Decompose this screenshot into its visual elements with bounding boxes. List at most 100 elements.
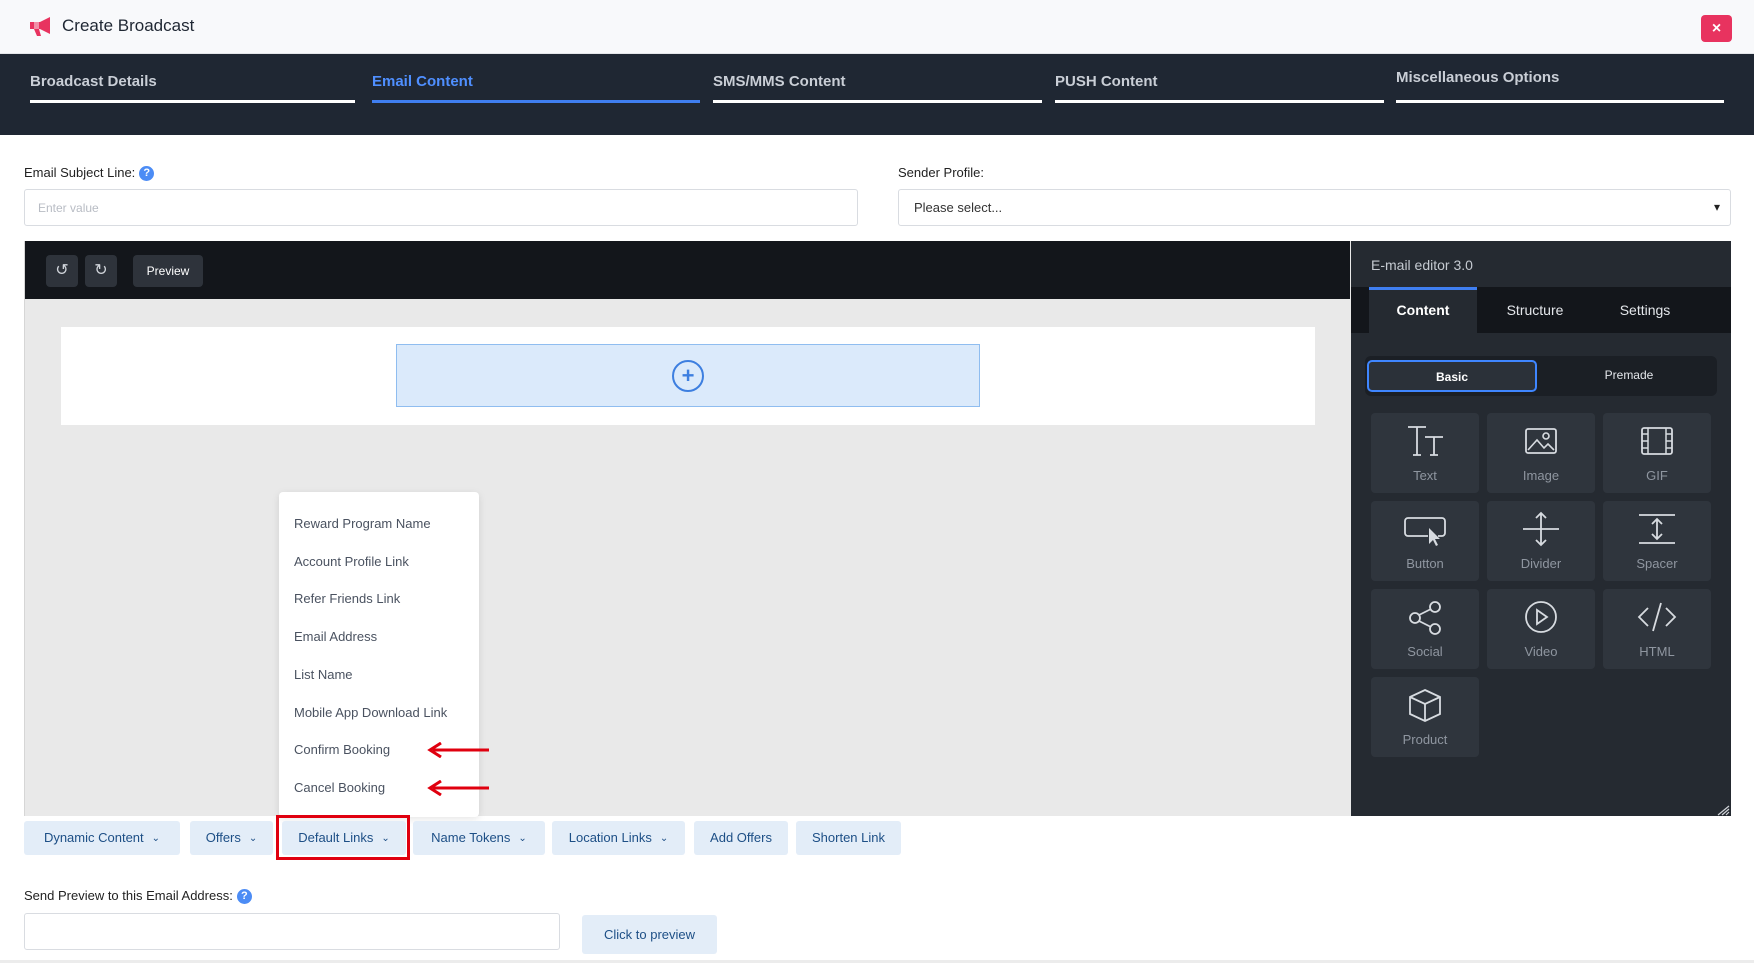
editor-side-panel: E-mail editor 3.0 Content Structure Sett… (1351, 241, 1731, 816)
offers-button[interactable]: Offers ⌄ (190, 821, 273, 855)
block-label: Spacer (1636, 556, 1678, 571)
undo-icon: ↺ (55, 262, 69, 279)
block-gif[interactable]: GIF (1603, 413, 1711, 493)
wizard-tabs: Broadcast Details Email Content SMS/MMS … (0, 54, 1754, 135)
dropdown-item-mobile-app-download-link[interactable]: Mobile App Download Link (294, 705, 447, 720)
shorten-link-button[interactable]: Shorten Link (796, 821, 901, 855)
chevron-down-icon: ⌄ (151, 833, 161, 844)
block-label: Social (1407, 644, 1443, 659)
tab-label: SMS/MMS Content (713, 73, 846, 90)
preview-email-label: Send Preview to this Email Address:? (24, 888, 252, 904)
block-text[interactable]: Text (1371, 413, 1479, 493)
help-icon[interactable]: ? (139, 166, 155, 181)
page-title: Create Broadcast (62, 16, 195, 35)
dropdown-item-reward-program-name[interactable]: Reward Program Name (294, 516, 431, 531)
block-product[interactable]: Product (1371, 677, 1479, 757)
annotation-highlight-box (276, 815, 410, 860)
plus-circle-icon[interactable]: + (672, 360, 704, 392)
title-bar: Create Broadcast × (0, 0, 1754, 54)
side-panel-tabs: Content Structure Settings (1351, 287, 1731, 333)
block-html[interactable]: HTML (1603, 589, 1711, 669)
block-label: GIF (1646, 468, 1668, 483)
block-label: Video (1524, 644, 1558, 659)
dropdown-item-cancel-booking[interactable]: Cancel Booking (294, 780, 385, 795)
dropdown-item-account-profile-link[interactable]: Account Profile Link (294, 554, 409, 569)
segment-premade[interactable]: Premade (1545, 360, 1713, 392)
undo-button[interactable]: ↺ (46, 255, 78, 287)
tab-label: PUSH Content (1055, 73, 1158, 90)
block-label: Text (1413, 468, 1437, 483)
button-cursor-icon (1404, 517, 1446, 546)
sender-label: Sender Profile: (898, 165, 984, 180)
block-spacer[interactable]: Spacer (1603, 501, 1711, 581)
tab-settings[interactable]: Settings (1591, 287, 1699, 333)
preview-email-label-text: Send Preview to this Email Address: (24, 888, 233, 903)
block-type-toggle: Basic Premade (1365, 356, 1717, 396)
tab-label: Miscellaneous Options (1396, 69, 1560, 86)
chevron-down-icon: ▾ (1713, 200, 1720, 214)
sender-profile-select[interactable]: Please select... ▾ (898, 189, 1731, 226)
name-tokens-button[interactable]: Name Tokens ⌄ (413, 821, 545, 855)
help-icon[interactable]: ? (236, 889, 252, 904)
tab-push-content[interactable]: PUSH Content (1055, 54, 1384, 135)
resize-handle-icon[interactable] (1716, 804, 1730, 816)
gif-film-icon (1641, 427, 1673, 455)
megaphone-icon (30, 17, 50, 36)
block-label: Product (1402, 732, 1448, 747)
click-to-preview-button[interactable]: Click to preview (582, 915, 717, 954)
block-image[interactable]: Image (1487, 413, 1595, 493)
dropdown-item-email-address[interactable]: Email Address (294, 629, 377, 644)
add-offers-button[interactable]: Add Offers (694, 821, 788, 855)
annotation-arrow-icon (427, 780, 489, 796)
box-icon (1409, 689, 1441, 722)
image-icon (1525, 428, 1557, 454)
editor-version-title: E-mail editor 3.0 (1371, 257, 1473, 273)
close-button[interactable]: × (1701, 15, 1732, 42)
chevron-down-icon: ⌄ (659, 833, 669, 844)
block-social[interactable]: Social (1371, 589, 1479, 669)
dropdown-item-confirm-booking[interactable]: Confirm Booking (294, 742, 390, 757)
tab-underline (372, 100, 700, 103)
block-divider[interactable]: Divider (1487, 501, 1595, 581)
tab-email-content[interactable]: Email Content (372, 54, 700, 135)
dropdown-item-refer-friends-link[interactable]: Refer Friends Link (294, 591, 400, 606)
block-video[interactable]: Video (1487, 589, 1595, 669)
annotation-arrow-icon (427, 742, 489, 758)
tab-miscellaneous-options[interactable]: Miscellaneous Options (1396, 54, 1724, 135)
dynamic-content-button[interactable]: Dynamic Content ⌄ (24, 821, 180, 855)
add-block-dropzone[interactable]: + (396, 344, 980, 407)
tab-underline (713, 100, 1042, 103)
divider-icon (1523, 511, 1559, 547)
chevron-down-icon: ⌄ (518, 833, 527, 844)
button-label: Offers (205, 830, 241, 845)
email-structure-row[interactable]: + (61, 327, 1315, 425)
tab-broadcast-details[interactable]: Broadcast Details (30, 54, 355, 135)
sender-selected-value: Please select... (914, 200, 1003, 215)
button-label: Name Tokens (431, 830, 511, 845)
preview-email-input[interactable] (24, 913, 560, 950)
close-icon: × (1711, 20, 1722, 37)
play-icon (1525, 601, 1557, 633)
tab-underline (1396, 100, 1724, 103)
chevron-down-icon: ⌄ (248, 833, 258, 844)
subject-input[interactable] (24, 189, 858, 226)
editor-toolbar: ↺ ↻ Preview (25, 241, 1350, 299)
tab-underline (1055, 100, 1384, 103)
preview-button[interactable]: Preview (133, 255, 203, 287)
block-button[interactable]: Button (1371, 501, 1479, 581)
create-broadcast-modal: Create Broadcast × Broadcast Details Ema… (0, 0, 1754, 963)
dropdown-item-list-name[interactable]: List Name (294, 667, 353, 682)
spacer-icon (1639, 514, 1675, 544)
block-label: Image (1522, 468, 1560, 483)
tab-structure[interactable]: Structure (1481, 287, 1589, 333)
subject-label-text: Email Subject Line: (24, 165, 136, 180)
segment-basic[interactable]: Basic (1367, 360, 1537, 392)
tab-content[interactable]: Content (1369, 287, 1477, 333)
tab-sms-mms-content[interactable]: SMS/MMS Content (713, 54, 1042, 135)
block-label: HTML (1639, 644, 1675, 659)
subject-label: Email Subject Line:? (24, 165, 155, 181)
code-icon (1637, 602, 1677, 632)
redo-button[interactable]: ↻ (85, 255, 117, 287)
location-links-button[interactable]: Location Links ⌄ (552, 821, 685, 855)
tab-label: Email Content (372, 73, 473, 90)
